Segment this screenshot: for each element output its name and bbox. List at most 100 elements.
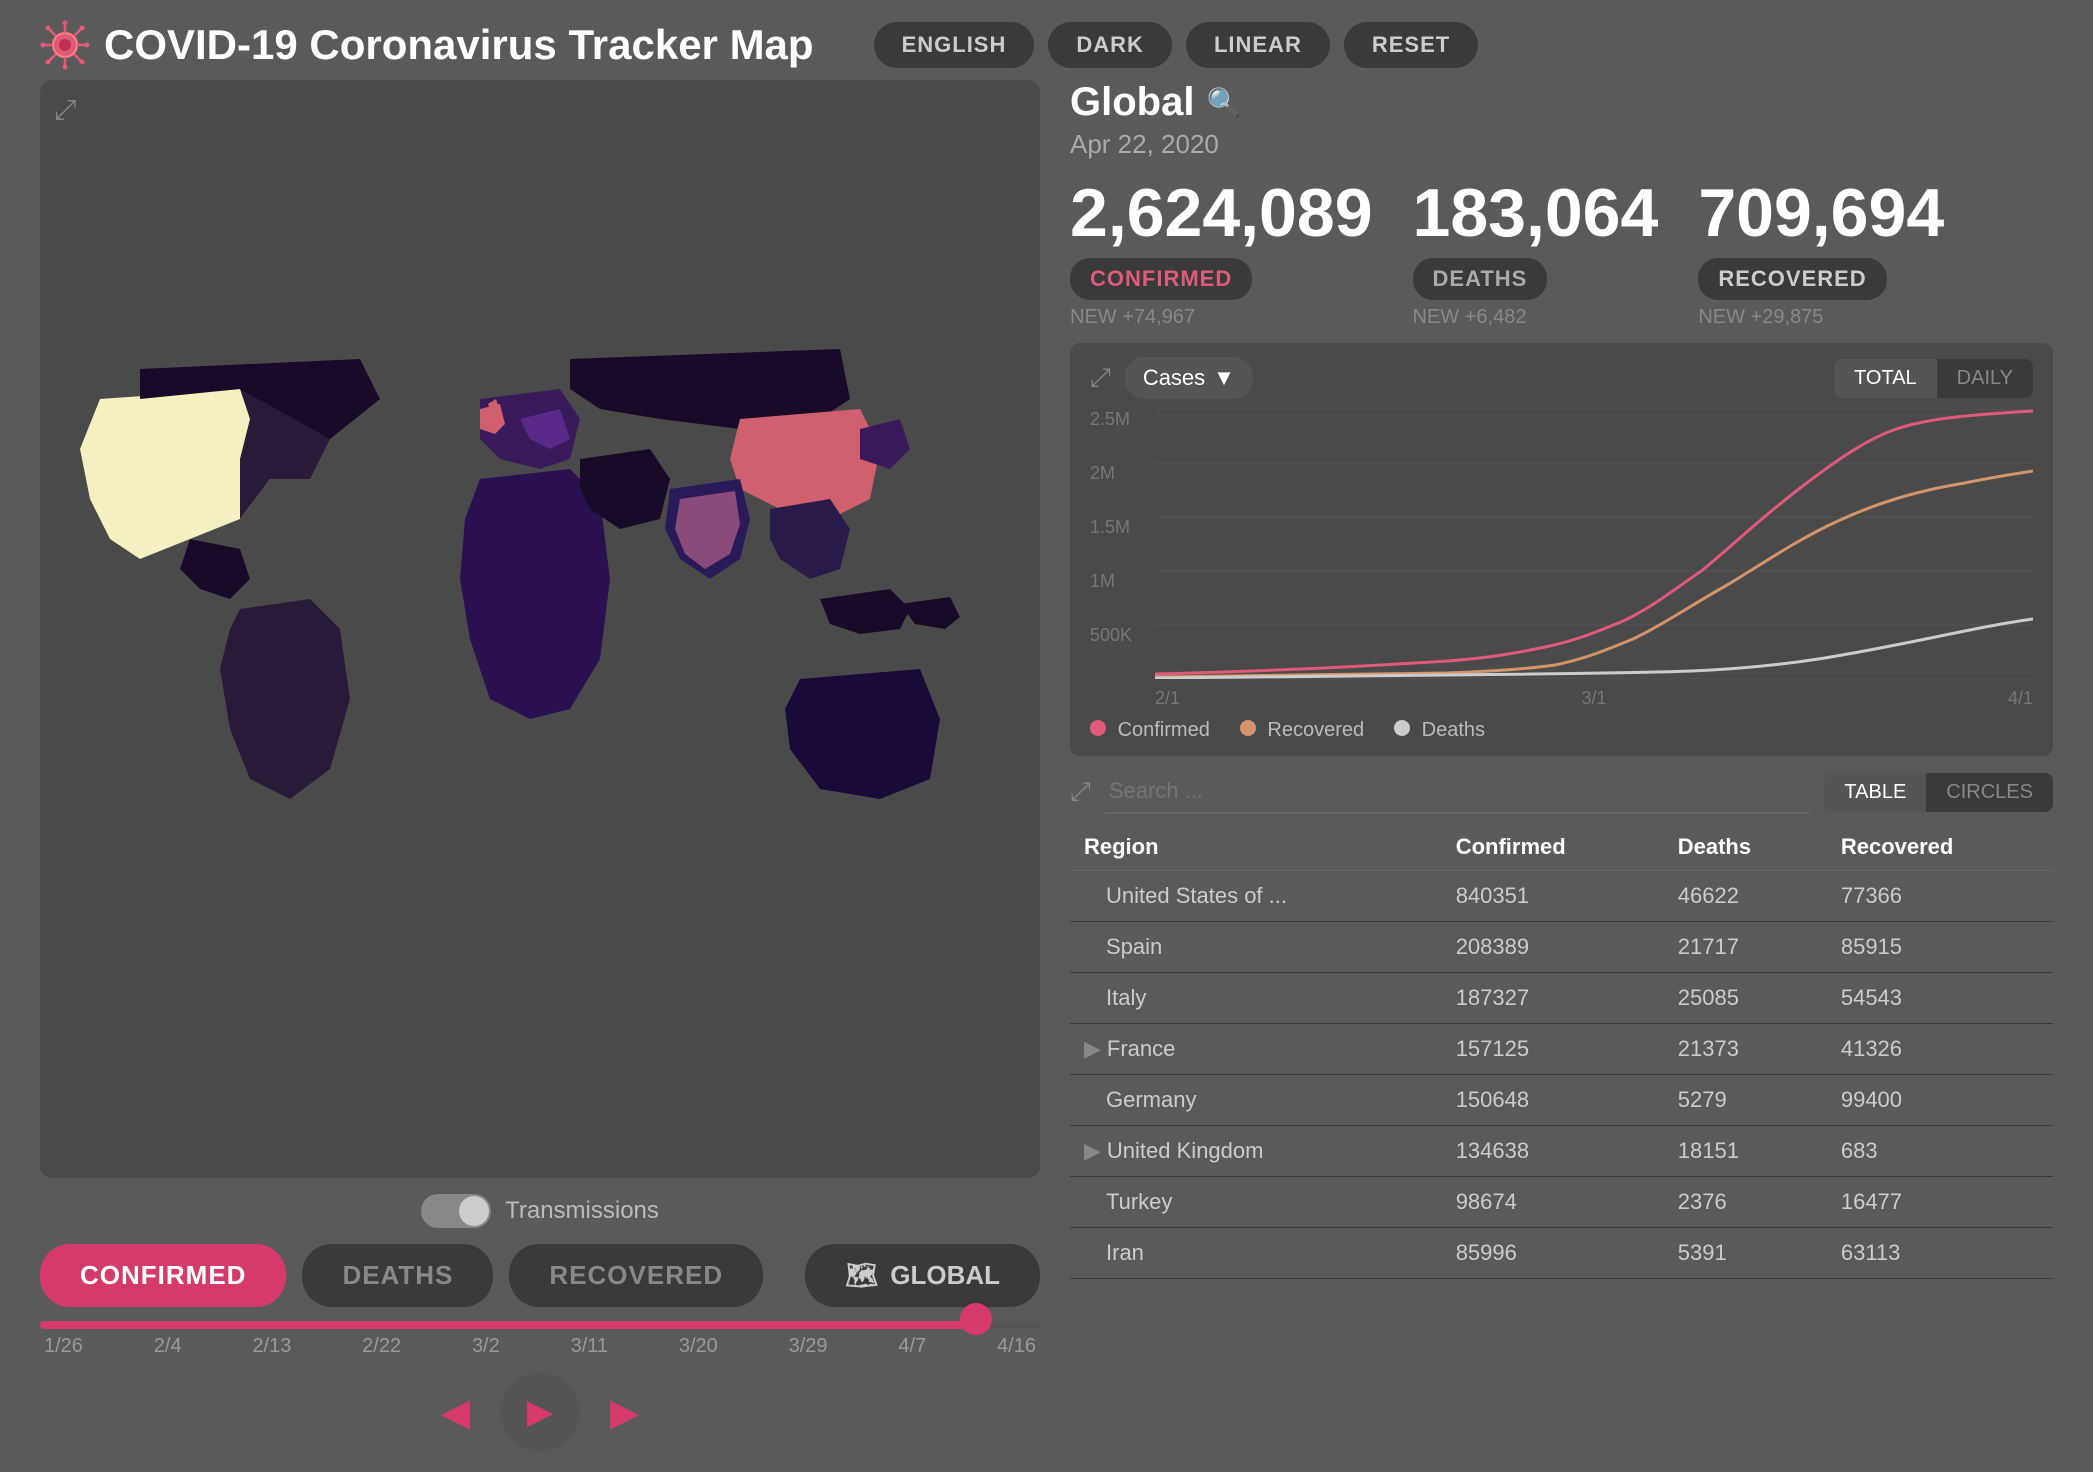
confirmed-cell: 134638 bbox=[1442, 1126, 1664, 1177]
table-row: ▶France1571252137341326 bbox=[1070, 1024, 2053, 1075]
transmissions-row: Transmissions bbox=[40, 1194, 1040, 1228]
header: COVID-19 Coronavirus Tracker Map ENGLISH… bbox=[0, 0, 2093, 80]
recovered-cell: 85915 bbox=[1827, 922, 2053, 973]
recovered-new: NEW +29,875 bbox=[1698, 306, 1823, 329]
table-row: Turkey98674237616477 bbox=[1070, 1177, 2053, 1228]
circles-view-button[interactable]: CIRCLES bbox=[1926, 773, 2053, 812]
table-body: United States of ...8403514662277366Spai… bbox=[1070, 871, 2053, 1279]
table-scroll[interactable]: Region Confirmed Deaths Recovered United… bbox=[1070, 824, 2053, 1452]
dark-button[interactable]: DARK bbox=[1048, 22, 1172, 68]
world-map[interactable] bbox=[40, 80, 1040, 1178]
search-input[interactable] bbox=[1105, 770, 1811, 814]
confirmed-number: 2,624,089 bbox=[1070, 174, 1373, 252]
right-panel: Global 🔍 Apr 22, 2020 2,624,089 CONFIRME… bbox=[1070, 80, 2053, 1452]
confirmed-tab[interactable]: CONFIRMED bbox=[40, 1244, 286, 1307]
table-row: ▶United Kingdom13463818151683 bbox=[1070, 1126, 2053, 1177]
chart-header: ⤢ Cases ▼ TOTAL DAILY bbox=[1090, 357, 2033, 399]
deaths-cell: 5391 bbox=[1664, 1228, 1827, 1279]
confirmed-badge: CONFIRMED bbox=[1070, 258, 1252, 300]
deaths-cell: 21373 bbox=[1664, 1024, 1827, 1075]
dropdown-arrow-icon: ▼ bbox=[1213, 365, 1235, 391]
transmissions-toggle[interactable] bbox=[421, 1194, 491, 1228]
english-button[interactable]: ENGLISH bbox=[874, 22, 1035, 68]
deaths-new: NEW +6,482 bbox=[1413, 306, 1527, 329]
confirmed-cell: 157125 bbox=[1442, 1024, 1664, 1075]
confirmed-cell: 98674 bbox=[1442, 1177, 1664, 1228]
cases-label: Cases bbox=[1143, 365, 1205, 391]
reset-button[interactable]: RESET bbox=[1344, 22, 1478, 68]
table-head: Region Confirmed Deaths Recovered bbox=[1070, 824, 2053, 871]
deaths-cell: 46622 bbox=[1664, 871, 1827, 922]
daily-button[interactable]: DAILY bbox=[1937, 359, 2033, 398]
deaths-number: 183,064 bbox=[1413, 174, 1659, 252]
recovered-header: Recovered bbox=[1827, 824, 2053, 871]
global-search-icon[interactable]: 🔍 bbox=[1206, 86, 1241, 119]
region-cell: Italy bbox=[1070, 973, 1442, 1024]
recovered-cell: 16477 bbox=[1827, 1177, 2053, 1228]
expand-arrow-icon[interactable]: ▶ bbox=[1084, 1138, 1101, 1163]
deaths-cell: 18151 bbox=[1664, 1126, 1827, 1177]
region-cell: United States of ... bbox=[1070, 871, 1442, 922]
deaths-header: Deaths bbox=[1664, 824, 1827, 871]
recovered-cell: 99400 bbox=[1827, 1075, 2053, 1126]
confirmed-legend-item: Confirmed bbox=[1090, 719, 1210, 742]
bottom-controls: CONFIRMED DEATHS RECOVERED 🗺 GLOBAL 1/26… bbox=[40, 1244, 1040, 1452]
play-button[interactable]: ▶ bbox=[500, 1372, 580, 1452]
recovered-number: 709,694 bbox=[1698, 174, 1944, 252]
virus-icon bbox=[40, 20, 90, 70]
chart-expand-icon[interactable]: ⤢ bbox=[1090, 362, 1111, 394]
table-expand-icon[interactable]: ⤢ bbox=[1070, 776, 1091, 808]
recovered-cell: 54543 bbox=[1827, 973, 2053, 1024]
recovered-legend-label: Recovered bbox=[1267, 719, 1364, 741]
deaths-legend-dot bbox=[1394, 720, 1410, 736]
toggle-knob bbox=[459, 1196, 489, 1226]
map-container: ⤢ bbox=[40, 80, 1040, 1178]
toolbar: ENGLISH DARK LINEAR RESET bbox=[874, 22, 1479, 68]
recovered-cell: 63113 bbox=[1827, 1228, 2053, 1279]
chart-plot bbox=[1155, 409, 2033, 679]
prev-button[interactable]: ◀ bbox=[441, 1390, 470, 1435]
table-view-button[interactable]: TABLE bbox=[1824, 773, 1926, 812]
table-row: Spain2083892171785915 bbox=[1070, 922, 2053, 973]
timeline-slider[interactable] bbox=[40, 1321, 1040, 1329]
confirmed-cell: 187327 bbox=[1442, 973, 1664, 1024]
recovered-tab[interactable]: RECOVERED bbox=[509, 1244, 763, 1307]
region-cell: Germany bbox=[1070, 1075, 1442, 1126]
confirmed-header: Confirmed bbox=[1442, 824, 1664, 871]
table-row: United States of ...8403514662277366 bbox=[1070, 871, 2053, 922]
chart-canvas: 2.5M 2M 1.5M 1M 500K bbox=[1090, 409, 2033, 709]
timeline-section: 1/26 2/4 2/13 2/22 3/2 3/11 3/20 3/29 4/… bbox=[40, 1321, 1040, 1358]
deaths-cell: 21717 bbox=[1664, 922, 1827, 973]
map-expand-icon[interactable]: ⤢ bbox=[54, 94, 76, 127]
deaths-cell: 25085 bbox=[1664, 973, 1827, 1024]
stats-row: 2,624,089 CONFIRMED NEW +74,967 183,064 … bbox=[1070, 174, 2053, 329]
table-section: ⤢ TABLE CIRCLES Region Confirmed Deaths … bbox=[1070, 770, 2053, 1452]
chart-y-labels: 2.5M 2M 1.5M 1M 500K bbox=[1090, 409, 1150, 679]
deaths-tab[interactable]: DEATHS bbox=[302, 1244, 493, 1307]
table-row: Italy1873272508554543 bbox=[1070, 973, 2053, 1024]
confirmed-cell: 208389 bbox=[1442, 922, 1664, 973]
total-button[interactable]: TOTAL bbox=[1834, 359, 1937, 398]
chart-x-labels: 2/1 3/1 4/1 bbox=[1155, 688, 2033, 709]
next-button[interactable]: ▶ bbox=[610, 1390, 639, 1435]
region-cell: Spain bbox=[1070, 922, 1442, 973]
global-header: Global 🔍 Apr 22, 2020 bbox=[1070, 80, 2053, 160]
main-content: ⤢ bbox=[0, 80, 2093, 1472]
deaths-cell: 2376 bbox=[1664, 1177, 1827, 1228]
chart-section: ⤢ Cases ▼ TOTAL DAILY 2.5M 2M 1.5M 1M 50… bbox=[1070, 343, 2053, 756]
playback-controls: ◀ ▶ ▶ bbox=[40, 1372, 1040, 1452]
global-date: Apr 22, 2020 bbox=[1070, 129, 2053, 160]
confirmed-stat: 2,624,089 CONFIRMED NEW +74,967 bbox=[1070, 174, 1373, 329]
deaths-legend-label: Deaths bbox=[1422, 719, 1485, 741]
table-row: Iran85996539163113 bbox=[1070, 1228, 2053, 1279]
table-header-row: ⤢ TABLE CIRCLES bbox=[1070, 770, 2053, 814]
cases-dropdown[interactable]: Cases ▼ bbox=[1125, 357, 1253, 399]
expand-arrow-icon[interactable]: ▶ bbox=[1084, 1036, 1101, 1061]
linear-button[interactable]: LINEAR bbox=[1186, 22, 1330, 68]
left-panel: ⤢ bbox=[40, 80, 1040, 1452]
table-header-row-el: Region Confirmed Deaths Recovered bbox=[1070, 824, 2053, 871]
global-button[interactable]: 🗺 GLOBAL bbox=[805, 1244, 1040, 1307]
recovered-cell: 683 bbox=[1827, 1126, 2053, 1177]
table-view-toggle: TABLE CIRCLES bbox=[1824, 773, 2053, 812]
global-title-row: Global 🔍 bbox=[1070, 80, 2053, 125]
